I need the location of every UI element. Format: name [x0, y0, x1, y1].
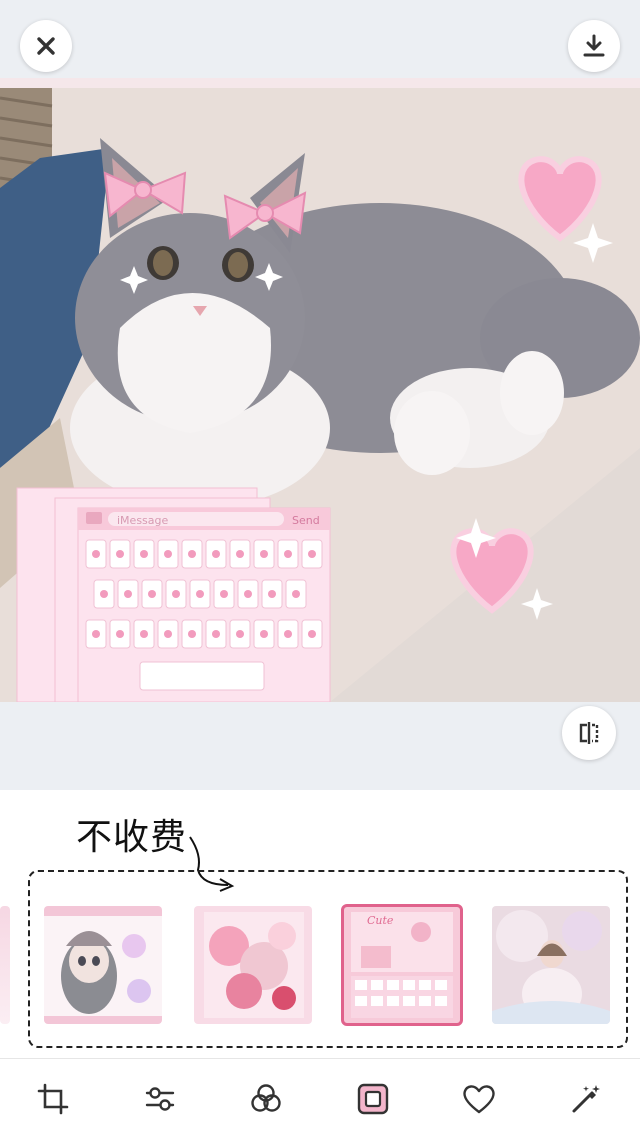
- magic-tool-button[interactable]: [564, 1077, 608, 1121]
- keyboard-key-charm: [188, 630, 196, 638]
- keyboard-key-charm: [212, 630, 220, 638]
- keyboard-key-charm: [164, 630, 172, 638]
- princess-thumb-image: [492, 906, 610, 1024]
- cute-keyboard-thumb-image: [343, 906, 461, 1024]
- keyboard-key-charm: [308, 630, 316, 638]
- filter-thumbnail-roses[interactable]: [194, 906, 312, 1024]
- keyboard-send-label: Send: [292, 514, 320, 527]
- keyboard-key-charm: [92, 550, 100, 558]
- canvas-frame-strip: [0, 78, 640, 88]
- keyboard-key-charm: [124, 590, 132, 598]
- cute-thumb-label: Cute: [367, 914, 394, 927]
- keyboard-key-charm: [92, 630, 100, 638]
- keyboard-key-charm: [140, 550, 148, 558]
- keyboard-key-charm: [172, 590, 180, 598]
- keyboard-key-charm: [188, 550, 196, 558]
- keyboard-key-charm: [260, 550, 268, 558]
- top-bar: [0, 0, 640, 80]
- filter-thumbnail-partial[interactable]: [0, 906, 10, 1024]
- keyboard-key-charm: [260, 630, 268, 638]
- keyboard-key-charm: [292, 590, 300, 598]
- keyboard-key-charm: [236, 550, 244, 558]
- close-button[interactable]: [20, 20, 72, 72]
- filters-icon: [251, 1084, 281, 1112]
- keyboard-spacebar: [139, 661, 265, 691]
- keyboard-key-charm: [236, 630, 244, 638]
- annotation-note: 不收费: [76, 817, 188, 858]
- crop-tool-button[interactable]: [31, 1077, 75, 1121]
- keyboard-key-charm: [284, 550, 292, 558]
- keyboard-key-charm: [140, 630, 148, 638]
- download-icon: [583, 34, 605, 57]
- keyboard-key-charm: [196, 590, 204, 598]
- compare-button[interactable]: [562, 706, 616, 760]
- keyboard-key-charm: [116, 550, 124, 558]
- filter-thumbnail-princess[interactable]: [492, 906, 610, 1024]
- keyboard-key-charm: [284, 630, 292, 638]
- keyboard-key-charm: [268, 590, 276, 598]
- keyboard-key-charm: [244, 590, 252, 598]
- keyboard-key-charm: [100, 590, 108, 598]
- frame-tool-button[interactable]: [351, 1077, 395, 1121]
- compare-split-icon: [579, 722, 599, 744]
- keyboard-key-charm: [220, 590, 228, 598]
- magic-wand-icon: [572, 1085, 600, 1113]
- doll-thumb-image: [44, 906, 162, 1024]
- bottom-toolbar: [0, 1059, 640, 1138]
- sticker-tool-button[interactable]: [457, 1077, 501, 1121]
- keyboard-key-charm: [116, 630, 124, 638]
- filters-tool-button[interactable]: [244, 1077, 288, 1121]
- filter-thumbnail-cute-keyboard[interactable]: Cute: [341, 904, 463, 1026]
- adjust-icon: [145, 1087, 175, 1111]
- keyboard-key-charm: [148, 590, 156, 598]
- heart-sticker-icon: [463, 1085, 495, 1114]
- keyboard-placeholder: iMessage: [117, 514, 168, 527]
- download-button[interactable]: [568, 20, 620, 72]
- crop-icon: [37, 1083, 69, 1115]
- adjust-tool-button[interactable]: [138, 1077, 182, 1121]
- filter-thumbnail-doll[interactable]: [44, 906, 162, 1024]
- close-icon: [37, 37, 55, 55]
- keyboard-key-charm: [164, 550, 172, 558]
- keyboard-key-charm: [212, 550, 220, 558]
- frame-icon: [357, 1083, 389, 1115]
- edited-photo[interactable]: iMessage Send: [0, 88, 640, 702]
- photo-illustration: iMessage Send: [0, 88, 640, 702]
- keyboard-key-charm: [308, 550, 316, 558]
- roses-thumb-image: [194, 906, 312, 1024]
